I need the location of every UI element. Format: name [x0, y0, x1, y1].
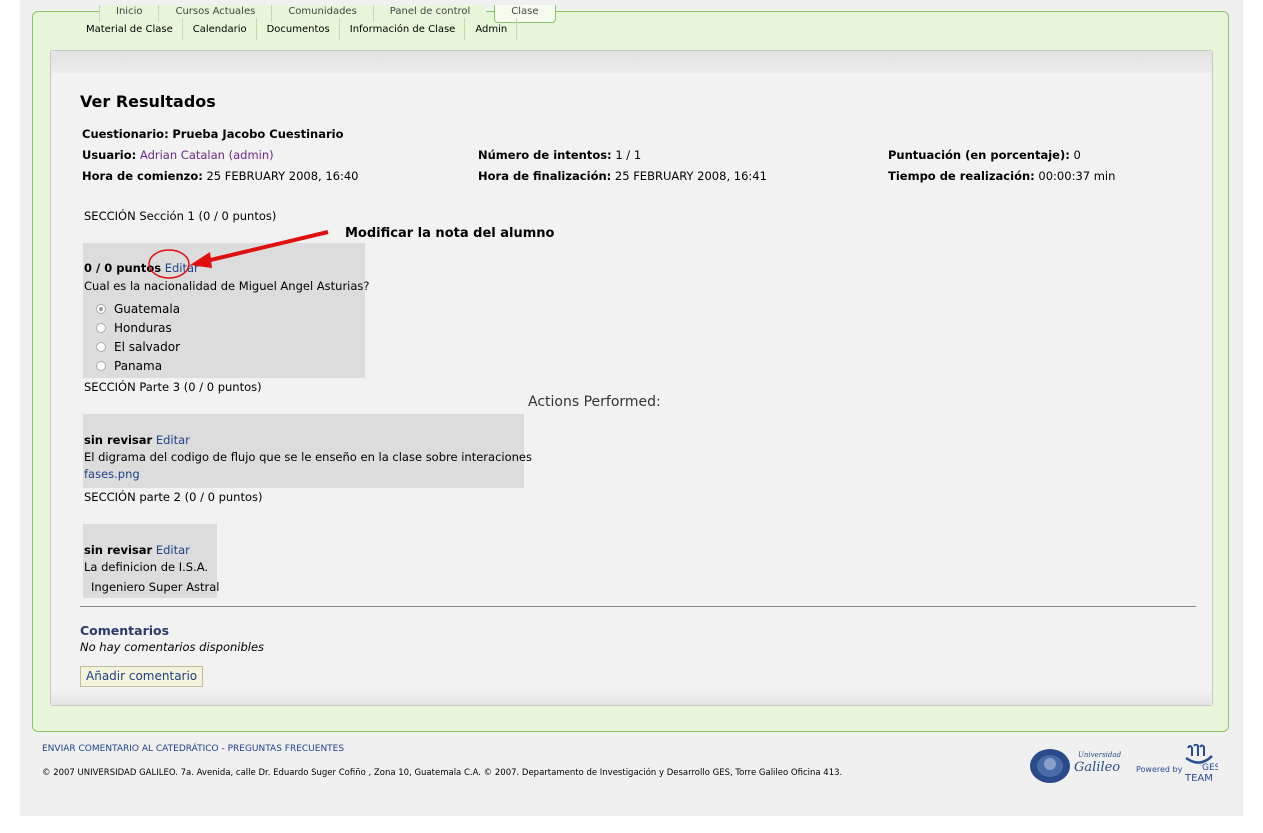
- panel-header-band: [51, 51, 1212, 73]
- quiz-info: Cuestionario: Prueba Jacobo Cuestinario: [82, 127, 343, 141]
- arrow-shaft: [201, 230, 329, 264]
- end-label: Hora de finalización:: [478, 169, 612, 183]
- question-3-answer: Ingeniero Super Astral: [91, 580, 220, 594]
- add-comment-button[interactable]: Añadir comentario: [80, 666, 204, 687]
- subnav-admin[interactable]: Admin: [465, 18, 518, 40]
- score-value: 0: [1073, 148, 1081, 162]
- attempts-info: Número de intentos: 1 / 1: [478, 148, 641, 162]
- highlight-circle-icon: [148, 249, 190, 279]
- university-word: Universidad: [1078, 751, 1122, 759]
- question-2-status: sin revisar: [84, 433, 153, 447]
- powered-by-label: Powered by: [1136, 765, 1183, 774]
- divider: [80, 606, 1196, 607]
- question-2-file-link[interactable]: fases.png: [84, 467, 140, 481]
- subnav-documentos[interactable]: Documentos: [257, 18, 340, 40]
- end-value: 25 FEBRUARY 2008, 16:41: [614, 169, 767, 183]
- duration-info: Tiempo de realización: 00:00:37 min: [888, 169, 1115, 183]
- question-2-text: El digrama del codigo de flujo que se le…: [84, 450, 532, 464]
- option-label: Honduras: [114, 321, 172, 335]
- end-info: Hora de finalización: 25 FEBRUARY 2008, …: [478, 169, 767, 183]
- comments-empty-text: No hay comentarios disponibles: [80, 640, 265, 654]
- quiz-value: Prueba Jacobo Cuestinario: [172, 127, 344, 141]
- footer-links[interactable]: ENVIAR COMENTARIO AL CATEDRÁTICO - PREGU…: [42, 744, 344, 754]
- user-link[interactable]: Adrian Catalan (admin): [140, 148, 274, 162]
- section-heading-3: SECCIÓN parte 2 (0 / 0 puntos): [84, 490, 263, 504]
- section-heading-2: SECCIÓN Parte 3 (0 / 0 puntos): [84, 380, 262, 394]
- user-label: Usuario:: [82, 148, 137, 162]
- annotation-label: Modificar la nota del alumno: [345, 226, 555, 241]
- question-2-edit-link[interactable]: Editar: [156, 433, 190, 447]
- score-label: Puntuación (en porcentaje):: [888, 148, 1070, 162]
- option-radio-honduras[interactable]: [96, 323, 106, 333]
- start-label: Hora de comienzo:: [82, 169, 203, 183]
- svg-text:GES: GES: [1202, 763, 1218, 773]
- question-2-header: sin revisar Editar: [84, 433, 190, 447]
- ges-team-logo: GES TEAM: [1182, 743, 1221, 786]
- actions-performed-heading: Actions Performed:: [528, 394, 661, 410]
- question-3-edit-link[interactable]: Editar: [156, 543, 190, 557]
- duration-value: 00:00:37 min: [1038, 169, 1116, 183]
- option-row: El salvador: [96, 339, 180, 355]
- duration-label: Tiempo de realización:: [888, 169, 1035, 183]
- comments-heading: Comentarios: [80, 623, 170, 638]
- panel-footer-band: [51, 691, 1212, 705]
- start-info: Hora de comienzo: 25 FEBRUARY 2008, 16:4…: [82, 169, 358, 183]
- question-3-text: La definicion de I.S.A.: [84, 560, 209, 574]
- subnav-informacion-de-clase[interactable]: Información de Clase: [340, 18, 466, 40]
- quiz-label: Cuestionario:: [82, 127, 169, 141]
- attempts-value: 1 / 1: [615, 148, 642, 162]
- option-radio-guatemala[interactable]: [96, 304, 106, 314]
- option-label: Guatemala: [114, 302, 181, 316]
- galileo-word: Galileo: [1074, 760, 1121, 775]
- question-2-box: sin revisar Editar El digrama del codigo…: [83, 414, 532, 488]
- user-info: Usuario: Adrian Catalan (admin): [82, 148, 274, 162]
- universidad-galileo-logo: Universidad Galileo: [1030, 747, 1122, 785]
- question-3-status: sin revisar: [84, 543, 153, 557]
- subnav-material-de-clase[interactable]: Material de Clase: [76, 18, 183, 40]
- question-3-header: sin revisar Editar: [84, 543, 190, 557]
- option-radio-el-salvador[interactable]: [96, 342, 106, 352]
- arrow-head-icon: [190, 252, 212, 268]
- option-row: Honduras: [96, 320, 172, 336]
- attempts-label: Número de intentos:: [478, 148, 612, 162]
- score-info: Puntuación (en porcentaje): 0: [888, 148, 1081, 162]
- ges-hand-icon: GES: [1185, 743, 1221, 773]
- question-3-box: sin revisar Editar La definicion de I.S.…: [83, 524, 220, 598]
- option-label: El salvador: [114, 340, 181, 354]
- class-subnav: Material de Clase Calendario Documentos …: [76, 18, 518, 40]
- option-row: Guatemala: [96, 301, 180, 317]
- start-value: 25 FEBRUARY 2008, 16:40: [206, 169, 359, 183]
- option-radio-panama[interactable]: [96, 361, 106, 371]
- option-row: Panama: [96, 358, 162, 374]
- section-heading-1: SECCIÓN Sección 1 (0 / 0 puntos): [84, 209, 277, 223]
- copyright-text: © 2007 UNIVERSIDAD GALILEO. 7a. Avenida,…: [42, 768, 843, 778]
- page-title: Ver Resultados: [80, 92, 216, 111]
- option-label: Panama: [114, 359, 163, 373]
- subnav-calendario[interactable]: Calendario: [183, 18, 257, 40]
- annotation-overlay: [148, 230, 329, 279]
- team-word: TEAM: [1185, 773, 1213, 784]
